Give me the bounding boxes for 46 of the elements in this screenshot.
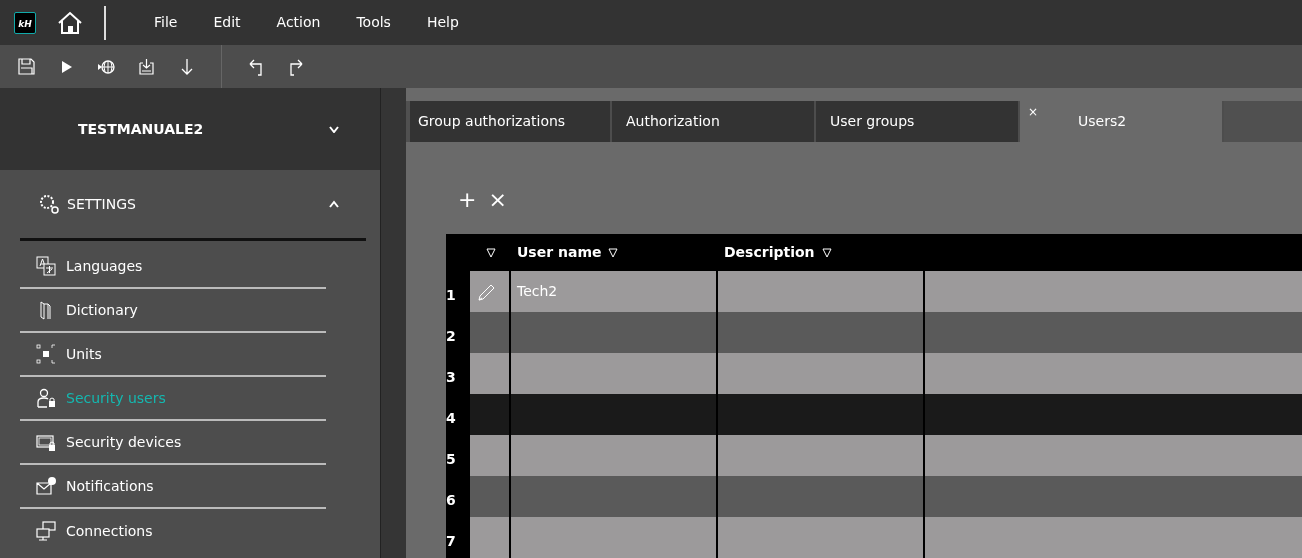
mail-alert-icon	[36, 476, 56, 496]
sidebar-item[interactable]: Security devices	[20, 421, 326, 465]
menu-item[interactable]: Action	[258, 12, 339, 33]
sidebar-item[interactable]: Notifications	[20, 465, 326, 509]
filter-icon[interactable]	[821, 247, 832, 258]
close-icon[interactable]: ×	[1028, 103, 1039, 121]
filter-icon[interactable]	[485, 247, 496, 258]
menu-item[interactable]: Help	[408, 12, 477, 33]
row-number: 4	[446, 394, 470, 435]
squares-icon	[36, 344, 56, 364]
row-number: 1	[446, 271, 470, 312]
menu-item[interactable]: Edit	[195, 12, 259, 33]
tray-download-icon	[137, 56, 157, 77]
column-header: User name	[517, 243, 602, 262]
network-icon	[36, 521, 56, 541]
languages-icon	[36, 256, 56, 276]
row-number: 6	[446, 476, 470, 517]
section-title: SETTINGS	[67, 194, 136, 214]
tab[interactable]: User groups	[816, 101, 1020, 142]
menu-item[interactable]: Tools	[338, 12, 409, 33]
user-lock-icon	[36, 388, 56, 408]
gears-icon	[38, 193, 60, 215]
project-name: TESTMANUALE2	[78, 119, 204, 139]
tab[interactable]: Group authorizations	[410, 101, 612, 142]
app-logo: kH	[14, 11, 36, 34]
row-number: 2	[446, 312, 470, 353]
sidebar-item[interactable]: Connections	[20, 509, 326, 553]
sidebar-item[interactable]: Dictionary	[20, 289, 326, 333]
chevron-icon[interactable]	[328, 200, 340, 208]
row-number: 5	[446, 435, 470, 476]
sidebar-item[interactable]: Units	[20, 333, 326, 377]
tab[interactable]: × Users2	[1020, 101, 1224, 142]
save-icon	[17, 56, 37, 77]
table-cell: Tech2	[511, 271, 718, 312]
filter-icon[interactable]	[608, 247, 619, 258]
tab[interactable]: Authorization	[612, 101, 816, 142]
row-number: 7	[446, 517, 470, 558]
menu-item[interactable]: File	[136, 12, 196, 33]
delete-button[interactable]: ×	[486, 189, 509, 211]
column-header: Description	[724, 243, 815, 262]
row-number: 3	[446, 353, 470, 394]
add-button[interactable]: +	[456, 189, 479, 211]
home-icon	[57, 10, 83, 35]
chevron-icon[interactable]	[328, 125, 340, 133]
device-lock-icon	[36, 432, 56, 452]
sidebar-item[interactable]: Languages	[20, 245, 326, 289]
